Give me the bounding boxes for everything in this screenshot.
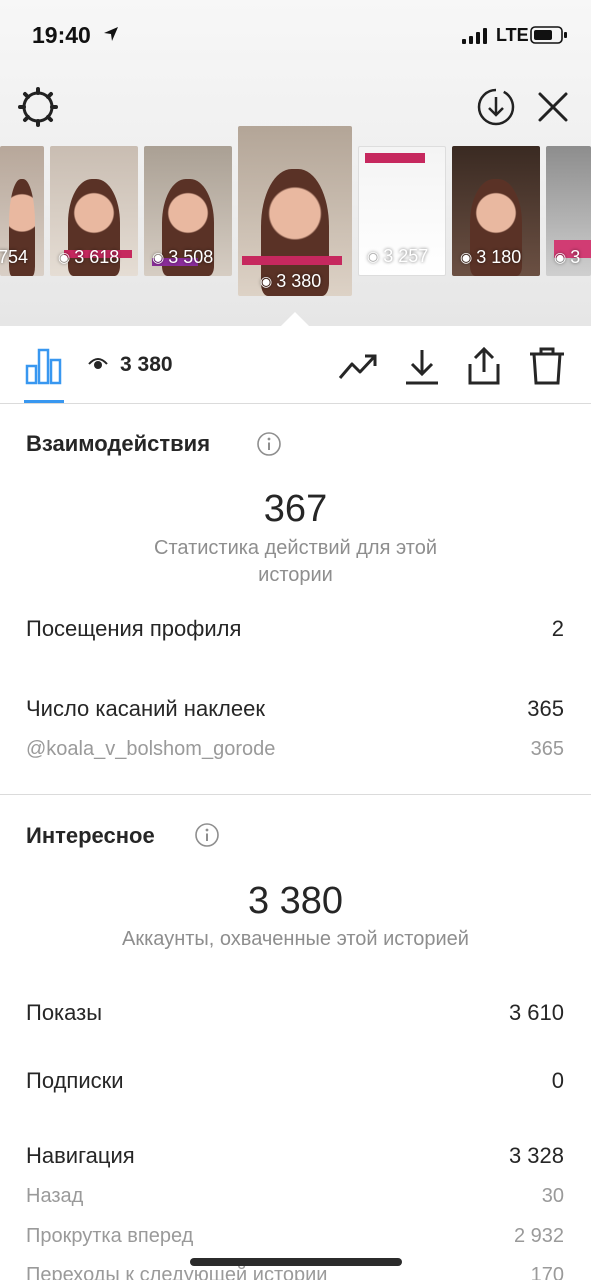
- info-icon[interactable]: [194, 822, 220, 848]
- thumbnail-view-count: ◉ 3 618: [58, 247, 120, 267]
- trash-icon[interactable]: [527, 346, 567, 386]
- sticker-tag: [365, 153, 425, 163]
- active-story-pointer: [280, 312, 310, 327]
- insights-toolbar: 3 380: [0, 326, 591, 404]
- sticker-taps-label: Число касаний наклеек: [26, 696, 265, 721]
- forward-value: 2 932: [513, 1225, 564, 1247]
- eye-icon: ◉: [367, 248, 380, 264]
- view-count: 3 380: [120, 353, 173, 376]
- story-thumbnail-strip[interactable]: 754 ◉ 3 618 ◉ 3 508 ◉ 3 380 ◉ 3 257 ◉ 3 180 ◉…: [0, 124, 591, 304]
- status-time: 19:40: [32, 22, 91, 48]
- sticker-mention-label[interactable]: @koala_v_bolshom_gorode: [26, 738, 275, 761]
- follows-value: 0: [551, 1068, 564, 1093]
- active-tab-indicator: [24, 400, 64, 403]
- next-story-value: 170: [530, 1264, 564, 1280]
- impressions-value: 3 610: [508, 1000, 564, 1025]
- follows-label: Подписки: [26, 1068, 124, 1093]
- thumbnail-view-count: ◉ 3: [554, 247, 581, 267]
- status-bar: 19:40 LTE: [0, 0, 591, 70]
- story-thumbnail[interactable]: ◉ 3 180: [452, 146, 540, 276]
- thumbnail-view-count: ◉ 3 180: [460, 247, 522, 267]
- thumbnail-view-count: 754: [0, 247, 29, 267]
- navigation-label: Навигация: [26, 1143, 135, 1168]
- signal-icon: [462, 28, 487, 44]
- profile-visits-label: Посещения профиля: [26, 616, 242, 641]
- section-divider: [0, 794, 591, 795]
- battery-icon: [530, 26, 567, 44]
- share-icon[interactable]: [464, 346, 504, 386]
- profile-visits-value: 2: [551, 616, 564, 641]
- interactions-title: Взаимодействия: [26, 431, 211, 456]
- thumbnail-view-count: ◉ 3 380: [260, 271, 322, 291]
- story-thumbnail[interactable]: ◉ 3 618: [50, 146, 138, 276]
- next-story-label: Переходы к следующей истории: [26, 1264, 328, 1280]
- trend-icon[interactable]: [338, 346, 378, 386]
- navigation-value: 3 328: [508, 1143, 564, 1168]
- info-icon[interactable]: [256, 431, 282, 457]
- sticker-taps-value: 365: [527, 696, 564, 721]
- thumbnail-view-count: ◉ 3 508: [152, 247, 214, 267]
- discovery-title: Интересное: [26, 823, 155, 848]
- eye-icon: ◉: [460, 249, 473, 265]
- eye-icon: ◉: [260, 273, 273, 289]
- back-value: 30: [541, 1185, 564, 1207]
- discovery-total: 3 380: [247, 880, 344, 922]
- network-label: LTE: [496, 25, 529, 45]
- eye-icon: ◉: [152, 249, 165, 265]
- download-circle-icon[interactable]: [476, 87, 516, 127]
- home-indicator[interactable]: [190, 1258, 402, 1266]
- forward-label: Прокрутка вперед: [26, 1225, 194, 1247]
- story-thumbnail[interactable]: ◉ 3 257: [358, 146, 446, 276]
- bar-chart-icon[interactable]: [24, 346, 64, 386]
- close-icon[interactable]: [536, 90, 570, 124]
- thumbnail-view-count: ◉ 3 257: [367, 246, 429, 266]
- back-label: Назад: [26, 1185, 84, 1207]
- story-preview-area: 19:40 LTE 754 ◉ 3 618 ◉ 3 508 ◉ 3 380 ◉ …: [0, 0, 591, 326]
- impressions-label: Показы: [26, 1000, 103, 1025]
- story-thumbnail-active[interactable]: ◉ 3 380: [238, 126, 352, 296]
- location-arrow-icon: [104, 27, 118, 41]
- discovery-caption: Аккаунты, охваченные этой историей: [122, 928, 469, 950]
- interactions-caption: Статистика действий для этой истории: [154, 537, 437, 586]
- download-icon[interactable]: [402, 346, 442, 386]
- story-thumbnail[interactable]: 754: [0, 146, 44, 276]
- eye-icon: ◉: [58, 249, 71, 265]
- story-thumbnail[interactable]: ◉ 3: [546, 146, 591, 276]
- sticker-tag: [242, 256, 342, 265]
- interactions-total: 367: [263, 488, 328, 530]
- settings-gear-icon[interactable]: [18, 87, 58, 127]
- sticker-mention-value: 365: [530, 738, 564, 760]
- story-thumbnail[interactable]: ◉ 3 508: [144, 146, 232, 276]
- eye-icon: ◉: [554, 249, 567, 265]
- eye-icon: [88, 358, 108, 369]
